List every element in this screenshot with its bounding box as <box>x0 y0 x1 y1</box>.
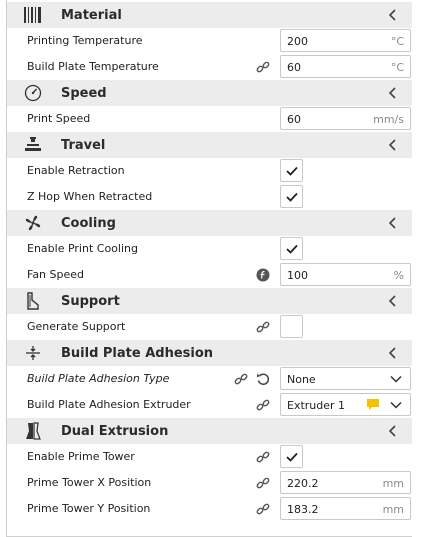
travel-icon <box>23 136 43 154</box>
field-unit: mm <box>382 503 404 516</box>
setting-adhesion-extruder: Build Plate Adhesion Extruder Extruder 1 <box>7 392 412 418</box>
category-support[interactable]: Support <box>7 288 412 314</box>
category-title: Dual Extrusion <box>61 423 169 439</box>
select-value: None <box>287 373 316 386</box>
link-icon[interactable] <box>256 476 270 490</box>
chevron-left-icon[interactable] <box>386 294 400 308</box>
setting-prime-tower-y: Prime Tower Y Position 183.2 mm <box>7 496 412 522</box>
speed-gauge-icon <box>23 84 43 102</box>
prime-tower-x-input[interactable]: 220.2 mm <box>280 471 411 494</box>
material-icon <box>23 6 43 24</box>
adhesion-type-select[interactable]: None <box>280 367 411 390</box>
printing-temperature-input[interactable]: 200 °C <box>280 29 411 52</box>
chevron-left-icon[interactable] <box>386 216 400 230</box>
field-value: 220.2 <box>287 477 319 490</box>
f-icon[interactable] <box>256 268 270 282</box>
setting-label: Enable Print Cooling <box>27 242 138 255</box>
setting-label: Z Hop When Retracted <box>27 190 153 203</box>
field-value: 200 <box>287 35 308 48</box>
reset-icon[interactable] <box>256 372 270 386</box>
setting-z-hop: Z Hop When Retracted <box>7 184 412 210</box>
link-icon[interactable] <box>256 502 270 516</box>
fan-speed-input[interactable]: 100 % <box>280 263 411 286</box>
print-speed-input[interactable]: 60 mm/s <box>280 107 411 130</box>
field-unit: °C <box>390 35 404 48</box>
setting-fan-speed: Fan Speed 100 % <box>7 262 412 288</box>
adhesion-icon <box>23 344 43 362</box>
link-icon[interactable] <box>256 398 270 412</box>
field-unit: °C <box>390 61 404 74</box>
link-icon[interactable] <box>256 320 270 334</box>
field-value: 60 <box>287 61 301 74</box>
chevron-left-icon[interactable] <box>386 8 400 22</box>
setting-print-speed: Print Speed 60 mm/s <box>7 106 412 132</box>
setting-label: Prime Tower Y Position <box>27 502 151 515</box>
build-plate-temperature-input[interactable]: 60 °C <box>280 55 411 78</box>
setting-label: Fan Speed <box>27 268 85 281</box>
z-hop-checkbox[interactable] <box>280 185 303 208</box>
field-value: 183.2 <box>287 503 319 516</box>
checkmark-icon <box>285 166 298 176</box>
category-title: Support <box>61 293 120 309</box>
checkmark-icon <box>285 192 298 202</box>
setting-label: Build Plate Adhesion Type <box>27 372 170 385</box>
link-icon[interactable] <box>234 372 248 386</box>
setting-printing-temperature: Printing Temperature 200 °C <box>7 28 412 54</box>
prime-tower-y-input[interactable]: 183.2 mm <box>280 497 411 520</box>
link-icon[interactable] <box>256 450 270 464</box>
chevron-down-icon <box>390 375 402 383</box>
setting-enable-print-cooling: Enable Print Cooling <box>7 236 412 262</box>
category-title: Travel <box>61 137 106 153</box>
setting-label: Build Plate Temperature <box>27 60 159 73</box>
select-value: Extruder 1 <box>287 399 346 412</box>
settings-list: Material Printing Temperature 200 °C Bui… <box>7 2 412 522</box>
setting-label: Generate Support <box>27 320 126 333</box>
category-title: Material <box>61 7 122 23</box>
category-material[interactable]: Material <box>7 2 412 28</box>
category-dual-extrusion[interactable]: Dual Extrusion <box>7 418 412 444</box>
field-unit: mm <box>382 477 404 490</box>
setting-adhesion-type: Build Plate Adhesion Type None <box>7 366 412 392</box>
dual-extrusion-icon <box>23 422 43 440</box>
setting-enable-prime-tower: Enable Prime Tower <box>7 444 412 470</box>
generate-support-checkbox[interactable] <box>280 315 303 338</box>
category-cooling[interactable]: Cooling <box>7 210 412 236</box>
category-speed[interactable]: Speed <box>7 80 412 106</box>
category-travel[interactable]: Travel <box>7 132 412 158</box>
chevron-left-icon[interactable] <box>386 424 400 438</box>
enable-retraction-checkbox[interactable] <box>280 159 303 182</box>
category-build-plate-adhesion[interactable]: Build Plate Adhesion <box>7 340 412 366</box>
setting-prime-tower-x: Prime Tower X Position 220.2 mm <box>7 470 412 496</box>
checkmark-icon <box>285 452 298 462</box>
chevron-left-icon[interactable] <box>386 138 400 152</box>
category-title: Build Plate Adhesion <box>61 345 214 361</box>
chevron-left-icon[interactable] <box>386 346 400 360</box>
setting-label: Enable Prime Tower <box>27 450 135 463</box>
field-value: 60 <box>287 113 301 126</box>
category-title: Cooling <box>61 215 116 231</box>
link-icon[interactable] <box>256 60 270 74</box>
checkmark-icon <box>285 244 298 254</box>
setting-label: Printing Temperature <box>27 34 143 47</box>
setting-label: Build Plate Adhesion Extruder <box>27 398 191 411</box>
enable-print-cooling-checkbox[interactable] <box>280 237 303 260</box>
setting-label: Enable Retraction <box>27 164 125 177</box>
field-unit: mm/s <box>373 113 404 126</box>
fan-icon <box>23 214 43 232</box>
chevron-down-icon <box>390 401 402 409</box>
field-unit: % <box>393 269 404 282</box>
setting-generate-support: Generate Support <box>7 314 412 340</box>
warning-icon <box>367 399 379 410</box>
category-title: Speed <box>61 85 107 101</box>
chevron-left-icon[interactable] <box>386 86 400 100</box>
setting-label: Prime Tower X Position <box>27 476 152 489</box>
field-value: 100 <box>287 269 308 282</box>
enable-prime-tower-checkbox[interactable] <box>280 445 303 468</box>
setting-enable-retraction: Enable Retraction <box>7 158 412 184</box>
setting-label: Print Speed <box>27 112 91 125</box>
support-icon <box>23 292 43 310</box>
setting-build-plate-temperature: Build Plate Temperature 60 °C <box>7 54 412 80</box>
adhesion-extruder-select[interactable]: Extruder 1 <box>280 393 411 416</box>
